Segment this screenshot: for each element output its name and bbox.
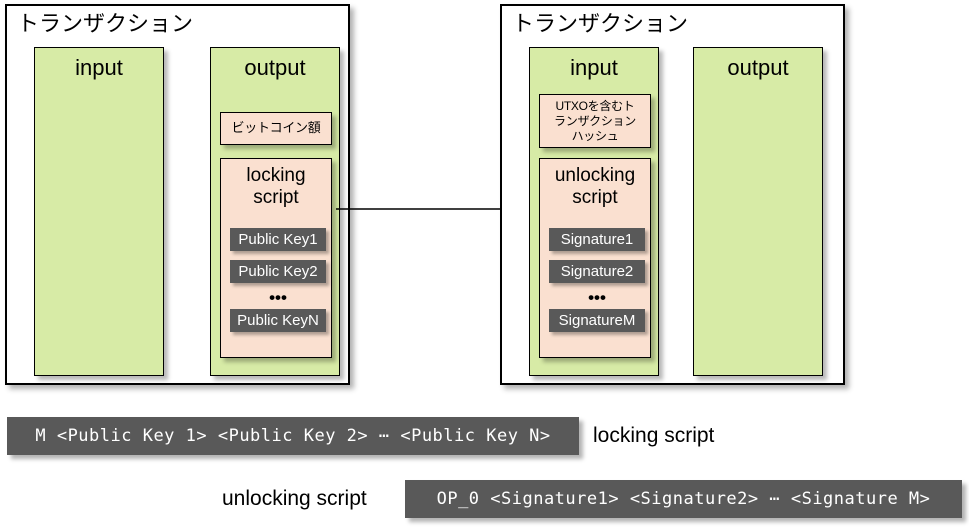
unlocking-script-bar: OP_0 <Signature1> <Signature2> ⋯ <Signat… [405,480,962,518]
public-key-chip-2: Public Key2 [230,260,326,283]
utxo-hash-line-1: UTXOを含むト [555,99,635,113]
locking-script-box: locking script Public Key1 Public Key2 •… [220,158,332,358]
locking-script-title-line2: script [253,187,299,208]
unlocking-script-title-line2: script [572,187,618,208]
bitcoin-amount-box: ビットコイン額 [220,112,332,145]
bitcoin-amount-label: ビットコイン額 [231,120,321,135]
utxo-hash-line-2: ランザクション [554,114,636,128]
unlocking-script-bar-label: unlocking script [222,487,367,510]
utxo-hash-box: UTXOを含むト ランザクション ハッシュ [539,94,651,148]
transaction-title-left: トランザクション [17,11,194,36]
locking-script-bar-label: locking script [593,424,715,447]
utxo-hash-line-3: ハッシュ [571,129,619,143]
locking-script-code: M <Public Key 1> <Public Key 2> ⋯ <Publi… [35,426,551,446]
signature-chip-1: Signature1 [549,228,645,251]
left-input-column: input [34,47,164,376]
signature-chip-m: SignatureM [549,309,645,332]
unlocking-script-box: unlocking script Signature1 Signature2 •… [539,158,651,358]
locking-script-bar: M <Public Key 1> <Public Key 2> ⋯ <Publi… [7,417,579,455]
unlocking-script-title-line1: unlocking [554,165,636,186]
left-output-label: output [244,55,306,80]
transaction-box-right: トランザクション input UTXOを含むト ランザクション ハッシュ unl… [500,4,845,385]
right-output-column: output [693,47,823,376]
locking-script-title-line1: locking [246,165,306,186]
right-input-column: input UTXOを含むト ランザクション ハッシュ unlocking sc… [529,47,659,376]
transaction-box-left: トランザクション input output ビットコイン額 locking sc… [5,4,350,385]
public-key-ellipsis: ••• [269,288,287,307]
left-input-label: input [75,55,123,80]
transaction-title-right: トランザクション [512,11,689,36]
public-key-chip-n: Public KeyN [230,309,326,332]
signature-chip-2: Signature2 [549,260,645,283]
unlocking-script-code: OP_0 <Signature1> <Signature2> ⋯ <Signat… [436,489,931,509]
right-output-label: output [727,55,789,80]
signature-ellipsis: ••• [588,288,606,307]
public-key-chip-1: Public Key1 [230,228,326,251]
left-output-column: output ビットコイン額 locking script Public Key… [210,47,340,376]
right-input-label: input [570,55,618,80]
